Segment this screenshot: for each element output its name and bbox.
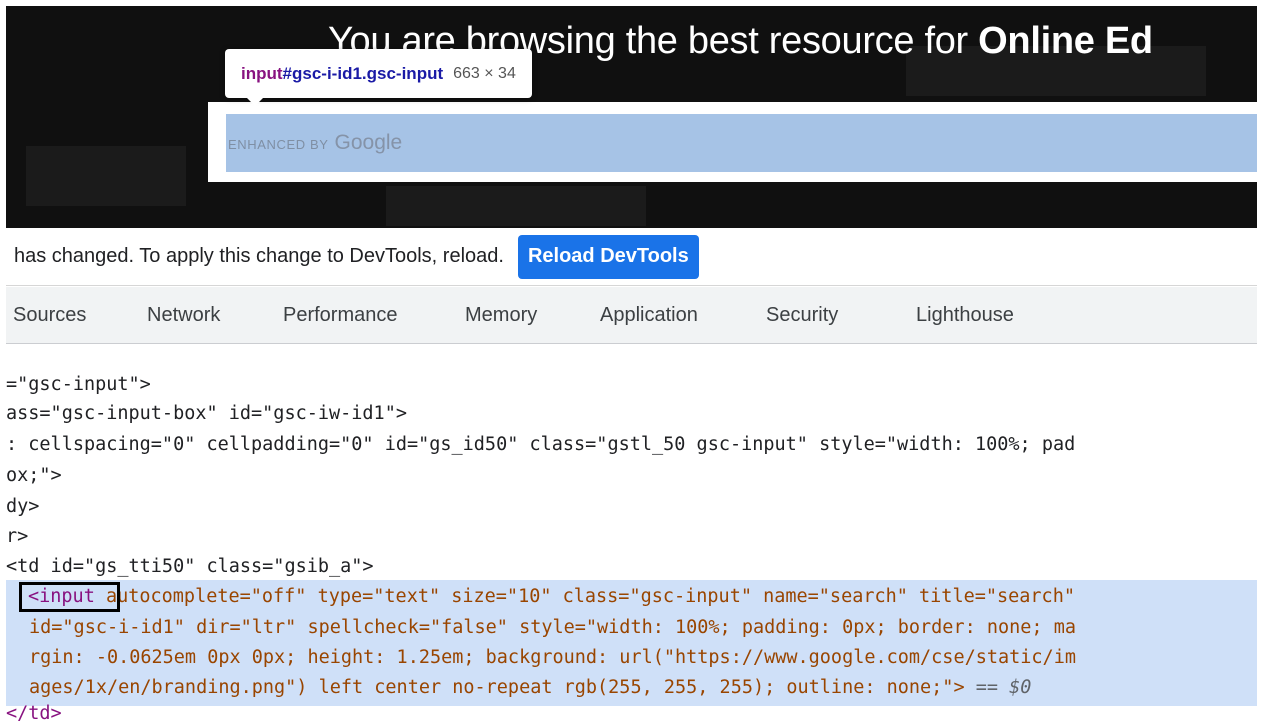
google-logo: Google [334, 131, 403, 154]
search-box: ENHANCED BY Google [208, 102, 1257, 182]
tab-network[interactable]: Network [147, 287, 220, 343]
search-input[interactable]: ENHANCED BY Google [226, 114, 1257, 172]
tooltip-tag: input [241, 63, 283, 83]
selected-node-attrs: autocomplete="off" type="text" size="10"… [94, 586, 1075, 607]
google-branding: ENHANCED BY Google [228, 131, 402, 155]
dom-line[interactable]: r> [6, 524, 28, 550]
selected-node-line: <input autocomplete="off" type="text" si… [28, 581, 1075, 612]
reload-devtools-button[interactable]: Reload DevTools [517, 234, 699, 279]
tooltip-size: 663 × 34 [453, 64, 516, 82]
selected-node-attrs-end: ages/1x/en/branding.png") left center no… [29, 677, 965, 698]
dom-line[interactable]: ="gsc-input"> [6, 372, 151, 398]
tooltip-id-class: #gsc-i-id1.gsc-input [282, 63, 444, 83]
elements-panel: ="gsc-input"> ass="gsc-input-box" id="gs… [6, 344, 1257, 726]
dom-line[interactable]: : cellspacing="0" cellpadding="0" id="gs… [6, 432, 1075, 458]
console-ref-marker: == $0 [975, 677, 1032, 698]
background-decoration [26, 146, 186, 206]
page-viewport: You are browsing the best resource for O… [6, 6, 1257, 228]
tab-memory[interactable]: Memory [465, 287, 537, 343]
tab-performance[interactable]: Performance [283, 287, 398, 343]
dom-line-close[interactable]: </td> [6, 701, 62, 726]
dom-line[interactable]: dy> [6, 494, 39, 520]
tooltip-selector: input#gsc-i-id1.gsc-input [241, 64, 443, 84]
tab-application[interactable]: Application [600, 287, 698, 343]
devtools-infobar: has changed. To apply this change to Dev… [6, 228, 1257, 286]
dom-line[interactable]: <td id="gs_tti50" class="gsib_a"> [6, 554, 374, 580]
tab-security[interactable]: Security [766, 287, 838, 343]
devtools-tabbar: Sources Network Performance Memory Appli… [6, 287, 1257, 344]
highlight-box [19, 582, 120, 612]
infobar-message: has changed. To apply this change to Dev… [14, 245, 504, 267]
selected-node-line: id="gsc-i-id1" dir="ltr" spellcheck="fal… [29, 617, 1076, 638]
selected-node-line: ages/1x/en/branding.png") left center no… [29, 672, 1031, 703]
inspect-tooltip: input#gsc-i-id1.gsc-input 663 × 34 [225, 49, 532, 106]
dom-line[interactable]: ox;"> [6, 463, 62, 489]
background-decoration [386, 186, 646, 226]
hero-heading-bold: Online Ed [978, 20, 1153, 62]
branding-prefix: ENHANCED BY [228, 137, 329, 152]
selected-node-line: rgin: -0.0625em 0px 0px; height: 1.25em;… [29, 647, 1076, 668]
tab-lighthouse[interactable]: Lighthouse [916, 287, 1014, 343]
dom-line[interactable]: ass="gsc-input-box" id="gsc-iw-id1"> [6, 401, 407, 427]
tab-sources[interactable]: Sources [13, 287, 86, 343]
